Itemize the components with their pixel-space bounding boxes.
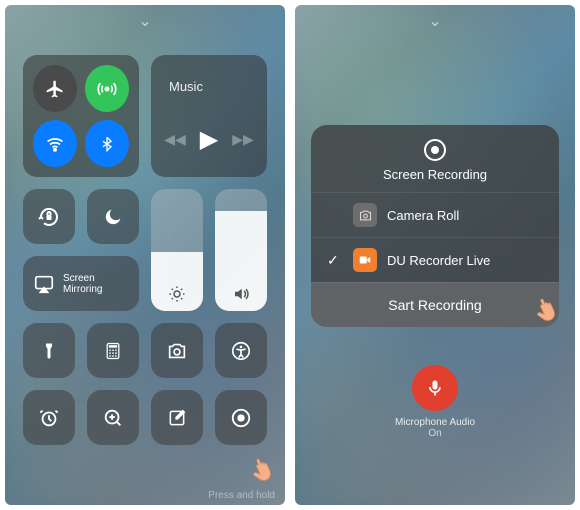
camera-button[interactable]	[151, 323, 203, 378]
chevron-down-icon[interactable]: ⌄	[138, 11, 151, 31]
accessibility-icon	[230, 340, 252, 362]
airplane-mode-button[interactable]	[33, 65, 77, 112]
airplane-icon	[45, 79, 65, 99]
record-icon	[230, 407, 252, 429]
volume-slider[interactable]	[215, 189, 267, 311]
control-center-screen: ⌄ Music ◀◀ ▶ ▶▶	[5, 5, 285, 505]
compose-icon	[167, 408, 187, 428]
start-recording-label: Sart Recording	[388, 297, 481, 313]
option-label: DU Recorder Live	[387, 253, 490, 268]
accessibility-button[interactable]	[215, 323, 267, 378]
cellular-icon	[97, 79, 117, 99]
orientation-lock-button[interactable]	[23, 189, 75, 244]
microphone-icon	[412, 365, 458, 411]
brightness-slider[interactable]	[151, 189, 203, 311]
mic-label: Microphone Audio	[395, 417, 475, 428]
sheet-header: Screen Recording	[311, 125, 559, 192]
sun-icon	[168, 285, 186, 303]
bluetooth-button[interactable]	[85, 120, 129, 167]
wifi-button[interactable]	[33, 120, 77, 167]
rotation-lock-icon	[37, 205, 61, 229]
du-recorder-icon	[353, 248, 377, 272]
alarm-icon	[38, 407, 60, 429]
prev-track-icon[interactable]: ◀◀	[164, 131, 186, 148]
flashlight-icon	[40, 340, 58, 362]
screen-recording-sheet: Screen Recording Camera Roll ✓ DU Record…	[311, 125, 559, 327]
camera-icon	[166, 340, 188, 362]
option-label: Camera Roll	[387, 208, 459, 223]
sheet-title: Screen Recording	[311, 167, 559, 182]
play-icon[interactable]: ▶	[200, 125, 218, 154]
airplay-icon	[33, 273, 55, 295]
microphone-toggle[interactable]: Microphone Audio On	[395, 365, 475, 439]
next-track-icon[interactable]: ▶▶	[232, 131, 254, 148]
connectivity-group[interactable]	[23, 55, 139, 177]
do-not-disturb-button[interactable]	[87, 189, 139, 244]
screen-recording-button[interactable]	[215, 390, 267, 445]
magnifier-button[interactable]	[87, 390, 139, 445]
mic-state: On	[395, 428, 475, 439]
camera-roll-icon	[353, 203, 377, 227]
cellular-data-button[interactable]	[85, 65, 129, 112]
start-recording-button[interactable]: Sart Recording	[311, 282, 559, 327]
calculator-button[interactable]	[87, 323, 139, 378]
pointer-hand-icon	[523, 283, 559, 327]
volume-icon	[232, 285, 250, 303]
flashlight-button[interactable]	[23, 323, 75, 378]
record-icon	[424, 139, 446, 161]
pointer-hand-icon	[239, 443, 284, 488]
option-du-recorder[interactable]: ✓ DU Recorder Live	[311, 237, 559, 282]
bluetooth-icon	[99, 134, 115, 154]
screen-mirroring-label: Screen Mirroring	[63, 273, 102, 295]
checkmark-icon: ✓	[327, 252, 343, 269]
magnifier-icon	[102, 407, 124, 429]
timer-button[interactable]	[23, 390, 75, 445]
chevron-down-icon[interactable]: ⌄	[428, 11, 441, 31]
notes-button[interactable]	[151, 390, 203, 445]
music-widget[interactable]: Music ◀◀ ▶ ▶▶	[151, 55, 267, 177]
moon-icon	[102, 206, 124, 228]
press-hold-hint: Press and hold	[208, 490, 275, 501]
screen-recording-sheet-screen: ⌄ Screen Recording Camera Roll ✓ DU Reco…	[295, 5, 575, 505]
option-camera-roll[interactable]: Camera Roll	[311, 192, 559, 237]
music-label: Music	[169, 79, 203, 94]
control-center-grid: Music ◀◀ ▶ ▶▶ Screen Mirroring	[23, 55, 267, 445]
screen-mirroring-button[interactable]: Screen Mirroring	[23, 256, 139, 311]
calculator-icon	[103, 341, 123, 361]
wifi-icon	[45, 134, 65, 154]
